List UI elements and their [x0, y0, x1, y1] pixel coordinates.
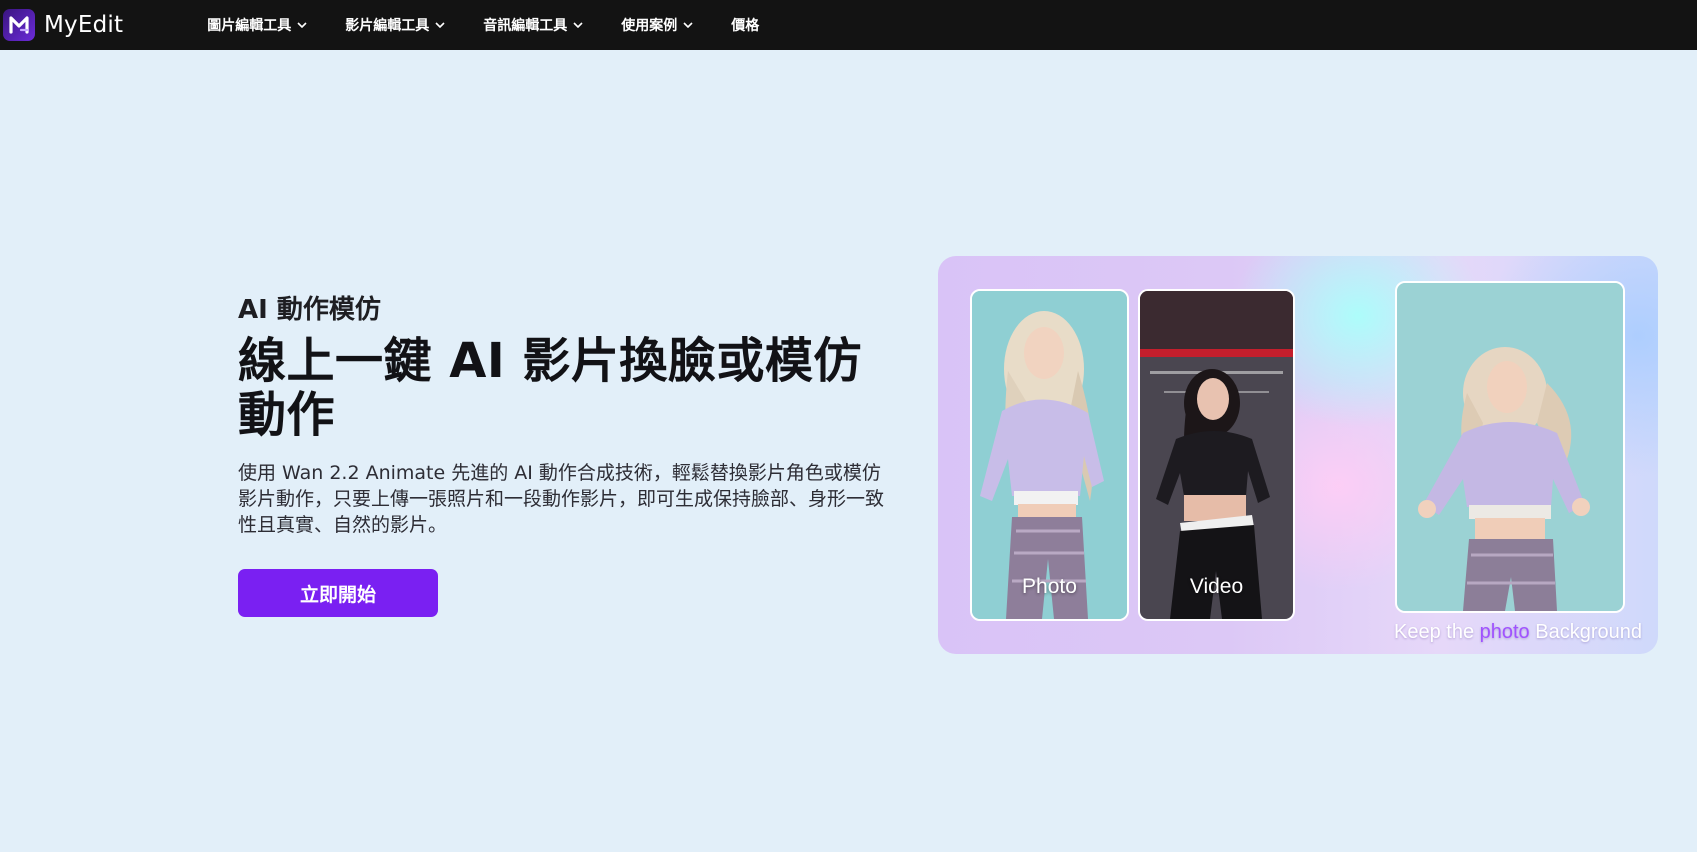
- result-sample-image: [1397, 283, 1623, 611]
- chevron-down-icon: [573, 22, 583, 28]
- brand-name: MyEdit: [44, 12, 124, 38]
- nav-item-use-cases[interactable]: 使用案例: [621, 15, 693, 35]
- video-label: Video: [1189, 575, 1244, 598]
- showcase-caption: Keep the photo Background: [1388, 621, 1648, 644]
- result-sample-panel: [1395, 281, 1625, 613]
- nav-item-label: 圖片編輯工具: [207, 18, 292, 34]
- nav-item-label: 價格: [731, 18, 760, 34]
- nav-item-pricing[interactable]: 價格: [731, 15, 759, 35]
- brand-home-link[interactable]: MyEdit: [3, 9, 123, 41]
- demo-showcase-card: Photo Video Keep the photo Background: [938, 256, 1658, 654]
- hero-eyebrow: AI 動作模仿: [238, 295, 381, 325]
- nav-item-label: 影片編輯工具: [345, 18, 430, 34]
- main-nav: 圖片編輯工具 影片編輯工具 音訊編輯工具 使用案例 價格: [207, 0, 797, 50]
- hero-headline: 線上一鍵 AI 影片換臉或模仿動作: [238, 333, 862, 443]
- hero-text: AI 動作模仿 線上一鍵 AI 影片換臉或模仿動作 使用 Wan 2.2 Ani…: [238, 290, 888, 538]
- photo-sample-image: [972, 291, 1127, 619]
- nav-item-label: 使用案例: [621, 18, 678, 34]
- chevron-down-icon: [435, 22, 445, 28]
- nav-item-audio-tools[interactable]: 音訊編輯工具: [483, 15, 583, 35]
- nav-item-label: 音訊編輯工具: [483, 18, 568, 34]
- nav-item-video-tools[interactable]: 影片編輯工具: [345, 15, 445, 35]
- myedit-logo-icon: [3, 9, 35, 41]
- caption-highlight: photo: [1479, 621, 1530, 643]
- video-sample-panel: Video: [1138, 289, 1295, 621]
- start-now-button[interactable]: 立即開始: [238, 569, 438, 617]
- top-navigation-bar: MyEdit 圖片編輯工具 影片編輯工具 音訊編輯工具 使用案例 價格: [0, 0, 1697, 50]
- caption-text-after: Background: [1529, 621, 1642, 643]
- chevron-down-icon: [297, 22, 307, 28]
- photo-label: Photo: [1022, 575, 1077, 598]
- hero-description: 使用 Wan 2.2 Animate 先進的 AI 動作合成技術，輕鬆替換影片角…: [238, 462, 885, 536]
- nav-item-image-tools[interactable]: 圖片編輯工具: [207, 15, 307, 35]
- video-sample-image: [1140, 291, 1293, 619]
- chevron-down-icon: [683, 22, 693, 28]
- photo-sample-panel: Photo: [970, 289, 1129, 621]
- caption-text-before: Keep the: [1394, 621, 1480, 643]
